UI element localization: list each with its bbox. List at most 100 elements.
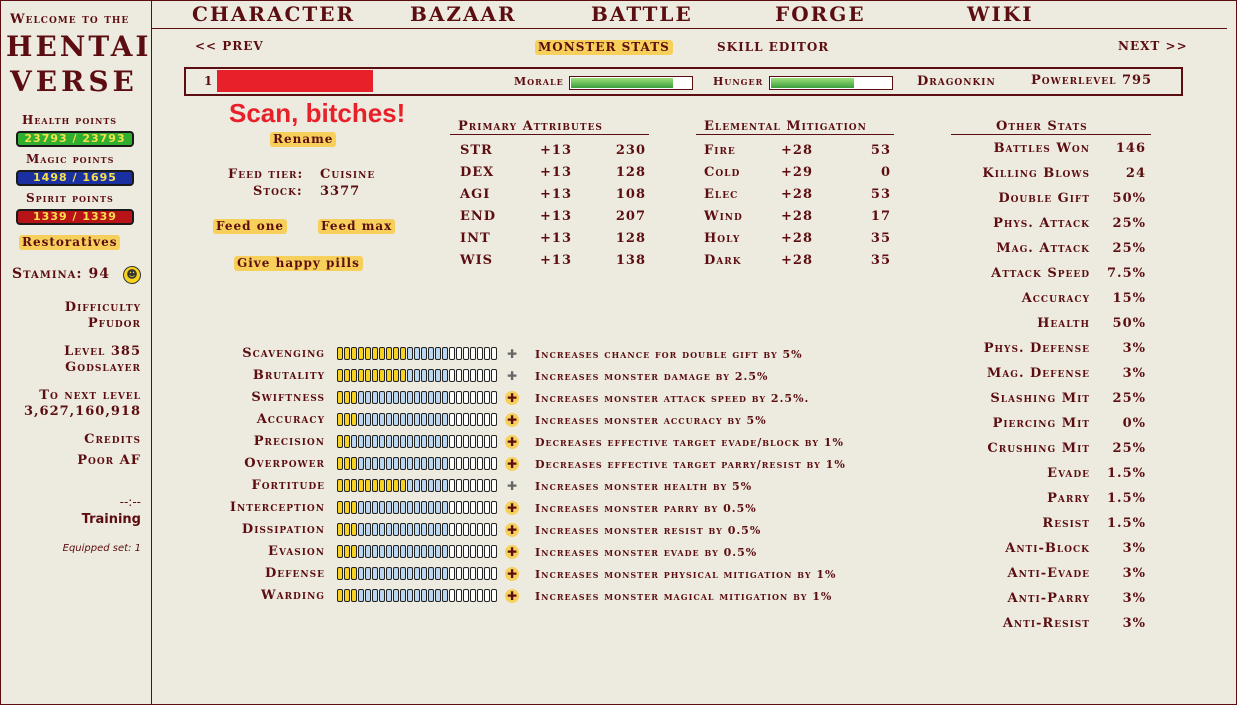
skill-pip (414, 479, 420, 492)
skill-pip (365, 369, 371, 382)
skill-pip (428, 347, 434, 360)
skill-pip (442, 413, 448, 426)
skill-pip (386, 413, 392, 426)
skill-add-icon[interactable]: ✚ (505, 457, 519, 471)
skill-pip (358, 545, 364, 558)
skill-pip (421, 523, 427, 536)
skill-add-icon[interactable]: ✚ (505, 435, 519, 449)
monster-name-redacted (217, 70, 373, 92)
skill-pip (358, 347, 364, 360)
skill-pip (372, 413, 378, 426)
skill-pip (400, 391, 406, 404)
other-stat-value: 3% (1122, 541, 1146, 556)
skill-pip (414, 435, 420, 448)
nav-bazaar[interactable]: BAZAAR (410, 2, 517, 26)
skill-pip (337, 413, 343, 426)
skill-pip (358, 567, 364, 580)
other-stat-name: Phys. Defense (983, 341, 1090, 356)
skill-pip (365, 479, 371, 492)
skill-pip (372, 501, 378, 514)
skill-pip (428, 391, 434, 404)
skill-pip (463, 435, 469, 448)
skill-pip (470, 501, 476, 514)
primary-attr-value: 108 (615, 187, 646, 202)
skill-pip (442, 523, 448, 536)
nav-forge[interactable]: FORGE (775, 2, 866, 26)
skill-add-icon[interactable]: ✚ (505, 391, 519, 405)
elemental-value: 17 (870, 209, 891, 224)
skill-pip (337, 369, 343, 382)
skill-pip (442, 347, 448, 360)
skill-pip (337, 391, 343, 404)
skill-pip (456, 369, 462, 382)
skill-pip (449, 413, 455, 426)
skill-pip (400, 523, 406, 536)
elemental-divider (696, 134, 894, 135)
skill-name: Dissipation (241, 522, 325, 537)
other-stat-name: Battles Won (993, 141, 1090, 156)
prev-button[interactable]: << PREV (192, 39, 267, 54)
skill-pip (442, 369, 448, 382)
skill-pip (470, 413, 476, 426)
skill-pip (379, 523, 385, 536)
skill-pip (372, 457, 378, 470)
other-stat-name: Accuracy (1021, 291, 1090, 306)
skill-pip (470, 347, 476, 360)
skill-pip (484, 589, 490, 602)
skill-pip (400, 501, 406, 514)
skill-add-icon[interactable]: ✚ (505, 589, 519, 603)
skill-pip (393, 523, 399, 536)
difficulty-value: Pfudor (87, 316, 141, 331)
next-button[interactable]: NEXT >> (1115, 39, 1191, 54)
skill-pip (414, 369, 420, 382)
skill-description: Increases monster health by 5% (535, 480, 753, 493)
skill-editor-tab[interactable]: SKILL EDITOR (717, 40, 829, 54)
nav-wiki[interactable]: WIKI (967, 2, 1034, 26)
skill-pip (463, 589, 469, 602)
skill-pip (358, 391, 364, 404)
other-stat-value: 3% (1122, 591, 1146, 606)
elemental-bonus: +28 (781, 187, 813, 202)
feed-one-button[interactable]: Feed one (213, 219, 288, 234)
skill-pip (365, 413, 371, 426)
skill-pip (421, 347, 427, 360)
happy-pills-button[interactable]: Give happy pills (234, 256, 363, 271)
skill-pip (372, 369, 378, 382)
elemental-name: Dark (704, 253, 742, 268)
other-stat-value: 146 (1115, 141, 1146, 156)
primary-attr-name: DEX (460, 165, 495, 180)
skill-pip (449, 435, 455, 448)
skill-pip (470, 567, 476, 580)
skill-level-pips (337, 413, 498, 427)
nav-battle[interactable]: BATTLE (591, 2, 693, 26)
skill-add-icon[interactable]: ✚ (505, 501, 519, 515)
skill-add-icon[interactable]: ✚ (505, 523, 519, 537)
primary-attr-bonus: +13 (540, 187, 572, 202)
skill-add-icon[interactable]: ✚ (505, 413, 519, 427)
skill-level-pips (337, 435, 498, 449)
skill-pip (435, 369, 441, 382)
skill-name: Evasion (268, 544, 325, 559)
skill-pip (463, 567, 469, 580)
feed-max-button[interactable]: Feed max (318, 219, 396, 234)
skill-add-icon[interactable]: ✚ (505, 545, 519, 559)
nav-character[interactable]: CHARACTER (192, 2, 355, 26)
hunger-fill (771, 78, 854, 88)
skill-pip (484, 435, 490, 448)
other-stat-name: Mag. Defense (986, 366, 1090, 381)
skill-pip (407, 479, 413, 492)
skill-name: Accuracy (256, 412, 325, 427)
skill-pip (379, 545, 385, 558)
monster-stats-tab[interactable]: MONSTER STATS (535, 40, 673, 55)
skill-pip (435, 589, 441, 602)
skill-pip (428, 479, 434, 492)
other-stat-value: 3% (1122, 566, 1146, 581)
rename-button[interactable]: Rename (270, 132, 337, 147)
skill-add-icon[interactable]: ✚ (505, 567, 519, 581)
skill-pip (337, 545, 343, 558)
skill-pip (393, 435, 399, 448)
skill-pip (337, 567, 343, 580)
restoratives-button[interactable]: Restoratives (19, 235, 121, 250)
stock-value: 3377 (320, 184, 361, 199)
skill-pip (400, 435, 406, 448)
